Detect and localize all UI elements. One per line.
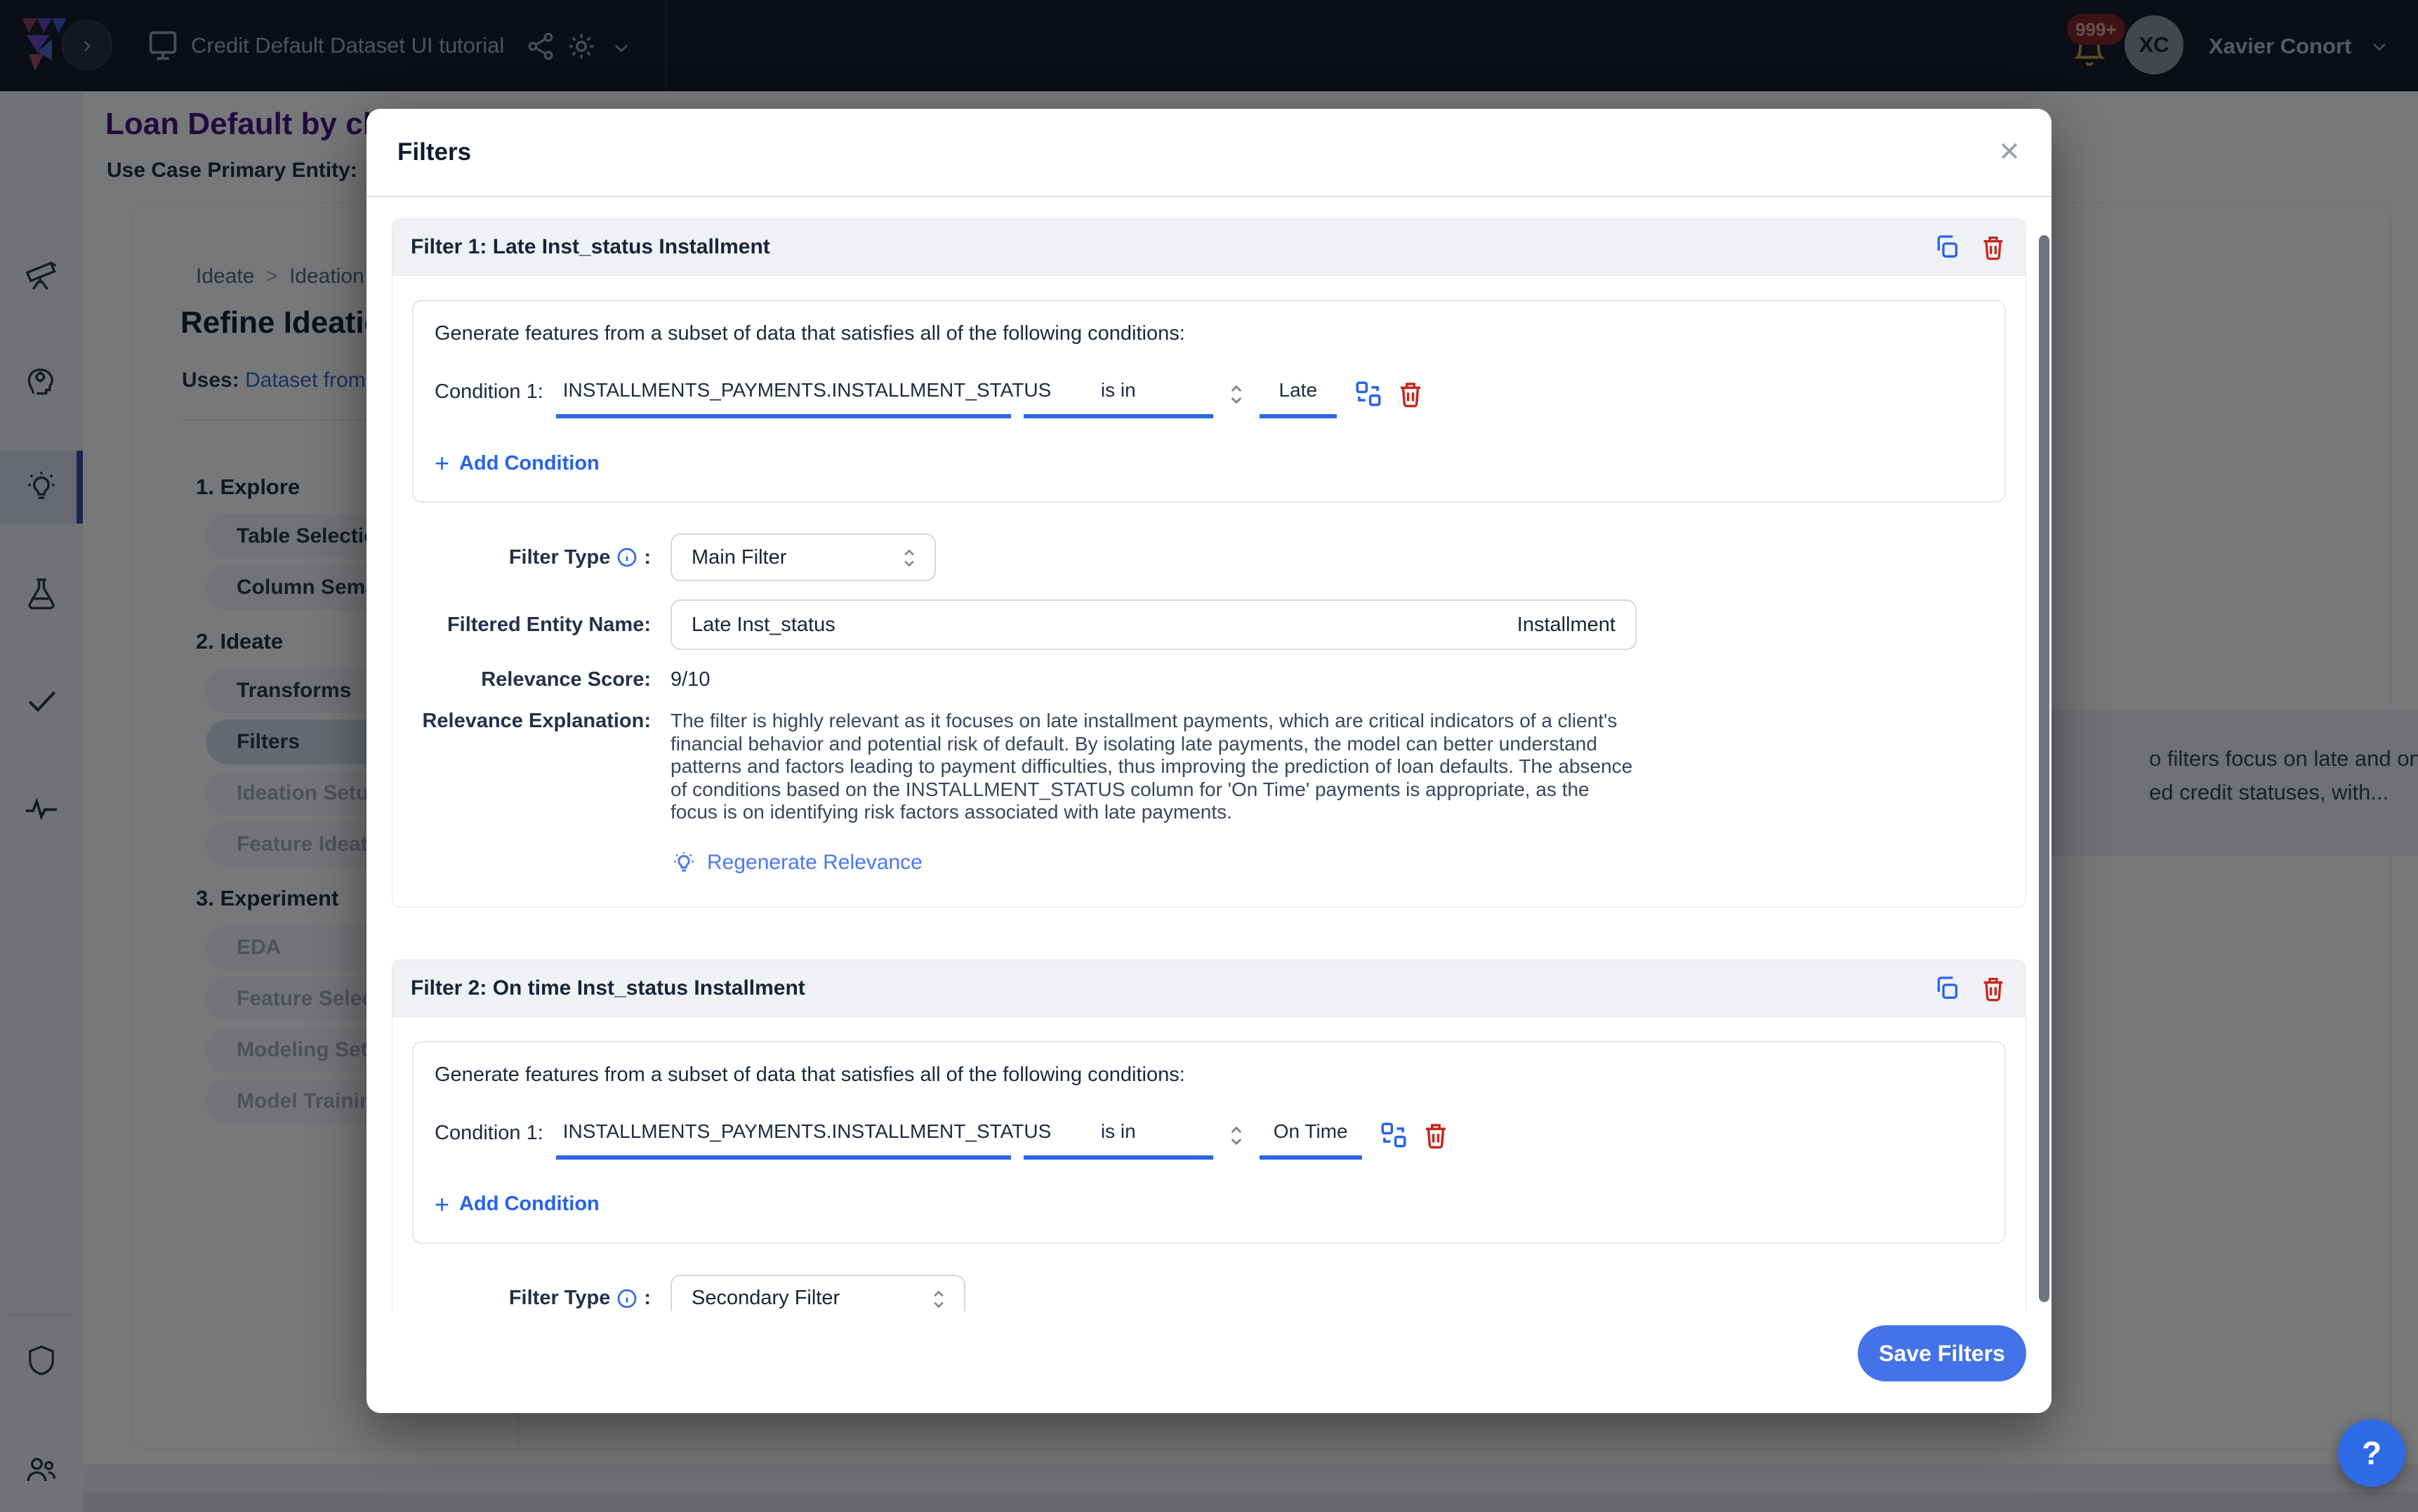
filters-modal: Filters ✕ Filter 1: Late Inst_status Ins… [366, 109, 2052, 1413]
delete-filter-icon[interactable] [1979, 233, 2007, 261]
add-condition-label: Add Condition [459, 452, 600, 475]
filter-type-select[interactable]: Main Filter [670, 533, 936, 581]
select-stepper-icon [899, 545, 919, 571]
conditions-box: Generate features from a subset of data … [412, 1041, 2006, 1244]
save-filters-button[interactable]: Save Filters [1858, 1325, 2026, 1381]
modal-scrollbar[interactable] [2039, 235, 2049, 1302]
filter-card-header: Filter 2: On time Inst_status Installmen… [392, 960, 2026, 1017]
filter-type-value: Main Filter [692, 546, 786, 569]
condition-column-field[interactable]: INSTALLMENTS_PAYMENTS.INSTALLMENT_STATUS [556, 379, 1011, 418]
conditions-intro: Generate features from a subset of data … [435, 1063, 1983, 1087]
modal-header: Filters ✕ [366, 109, 2052, 197]
plus-icon: + [435, 1192, 449, 1217]
modal-body: Filter 1: Late Inst_status Installment G… [366, 199, 2052, 1413]
filter-card-title: Filter 1: Late Inst_status Installment [411, 235, 770, 259]
condition-value-field[interactable]: On Time [1260, 1120, 1362, 1160]
close-icon[interactable]: ✕ [1998, 139, 2021, 166]
condition-operator-field[interactable]: is in [1024, 379, 1213, 418]
delete-condition-icon[interactable] [1421, 1120, 1451, 1150]
relevance-score-label: Relevance Score: [412, 668, 651, 691]
entity-suffix: Installment [1517, 614, 1616, 637]
add-condition-button[interactable]: + Add Condition [435, 1192, 1983, 1217]
filter-card-1: Filter 1: Late Inst_status Installment G… [392, 218, 2026, 908]
conditions-box: Generate features from a subset of data … [412, 300, 2006, 503]
condition-label: Condition 1: [435, 379, 543, 404]
filter-card-title: Filter 2: On time Inst_status Installmen… [411, 976, 805, 1000]
screen: › Credit Default Dataset UI tutorial 999… [0, 0, 2418, 1512]
conditions-intro: Generate features from a subset of data … [435, 322, 1983, 345]
entity-name-value: Late Inst_status [692, 614, 835, 637]
entity-name-label: Filtered Entity Name: [412, 614, 651, 637]
condition-operator-field[interactable]: is in [1024, 1120, 1213, 1160]
relevance-explanation-text: The filter is highly relevant as it focu… [670, 710, 1637, 824]
modal-footer: Save Filters [366, 1311, 2052, 1413]
duplicate-filter-icon[interactable] [1933, 233, 1961, 261]
condition-label: Condition 1: [435, 1120, 543, 1145]
filter-type-value: Secondary Filter [692, 1287, 840, 1310]
relevance-explanation-label: Relevance Explanation: [412, 710, 651, 733]
condition-row: Condition 1: INSTALLMENTS_PAYMENTS.INSTA… [435, 379, 1983, 418]
delete-filter-icon[interactable] [1979, 974, 2007, 1002]
condition-column-field[interactable]: INSTALLMENTS_PAYMENTS.INSTALLMENT_STATUS [556, 1120, 1011, 1160]
operator-stepper-icon[interactable] [1226, 1122, 1247, 1150]
add-condition-button[interactable]: + Add Condition [435, 451, 1983, 476]
modal-title: Filters [397, 138, 471, 166]
condition-value-field[interactable]: Late [1260, 379, 1337, 418]
operator-stepper-icon[interactable] [1226, 380, 1247, 409]
filter-type-label: Filter Type : [412, 546, 651, 569]
swap-condition-icon[interactable] [1354, 379, 1383, 409]
regenerate-relevance-label: Regenerate Relevance [707, 851, 923, 875]
info-icon[interactable] [616, 1287, 638, 1310]
swap-condition-icon[interactable] [1379, 1120, 1408, 1150]
regenerate-relevance-button[interactable]: Regenerate Relevance [670, 849, 923, 876]
lightbulb-icon [670, 849, 697, 876]
plus-icon: + [435, 451, 449, 476]
condition-row: Condition 1: INSTALLMENTS_PAYMENTS.INSTA… [435, 1120, 1983, 1160]
select-stepper-icon [929, 1287, 949, 1312]
relevance-score-value: 9/10 [670, 668, 710, 691]
duplicate-filter-icon[interactable] [1933, 974, 1961, 1002]
delete-condition-icon[interactable] [1396, 379, 1425, 409]
info-icon[interactable] [616, 546, 638, 569]
entity-name-input[interactable]: Late Inst_status Installment [670, 599, 1637, 650]
filter-card-header: Filter 1: Late Inst_status Installment [392, 219, 2026, 276]
help-button[interactable]: ? [2338, 1419, 2405, 1487]
add-condition-label: Add Condition [459, 1193, 600, 1216]
filter-type-label: Filter Type : [412, 1287, 651, 1310]
